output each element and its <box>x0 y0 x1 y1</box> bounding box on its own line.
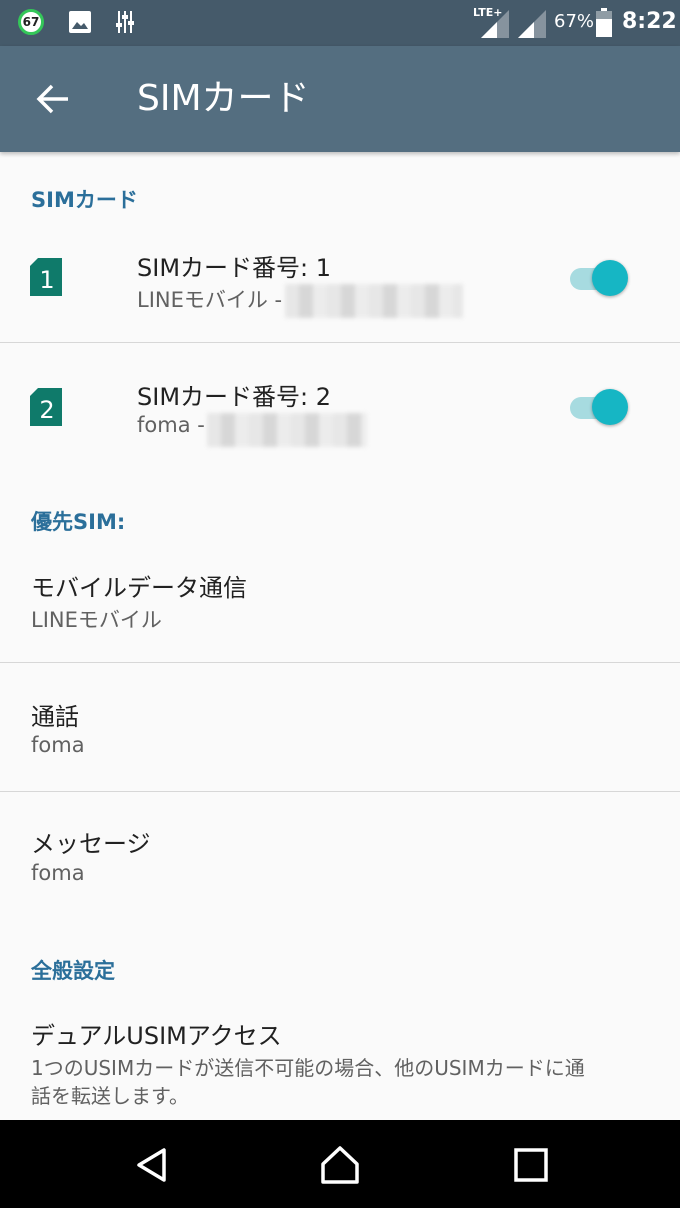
nav-recents-icon <box>514 1148 548 1182</box>
arrow-back-icon <box>36 84 68 114</box>
row-title: デュアルUSIMアクセス <box>31 1022 282 1050</box>
svg-text:2: 2 <box>39 396 54 424</box>
clock: 8:22 <box>622 9 677 34</box>
sim-card-icon: 1 <box>30 258 62 296</box>
sim-card-icon: 2 <box>30 388 62 426</box>
app-bar: SIMカード <box>0 46 680 152</box>
row-description-line2: 話を転送します。 <box>31 1084 189 1108</box>
signal-icon <box>481 10 509 38</box>
battery-icon <box>596 8 612 37</box>
preferred-messages-row[interactable]: メッセージ foma <box>0 792 680 910</box>
nav-home-button[interactable] <box>317 1142 363 1188</box>
notification-count-badge: 67 <box>18 9 44 35</box>
status-bar: 67 LTE+ 67% 8:22 <box>0 0 680 46</box>
page-title: SIMカード <box>137 78 310 119</box>
row-value: foma <box>31 861 85 885</box>
switch-thumb <box>592 389 628 425</box>
nav-recents-button[interactable] <box>508 1142 554 1188</box>
sim-1-toggle[interactable] <box>566 258 630 298</box>
switch-thumb <box>592 260 628 296</box>
section-header-general-settings: 全般設定 <box>31 959 115 983</box>
sim-card-row-1[interactable]: 1 SIMカード番号: 1 LINEモバイル - <box>0 216 680 342</box>
redacted-phone-number <box>207 413 367 447</box>
preferred-calls-row[interactable]: 通話 foma <box>0 663 680 791</box>
gallery-icon <box>69 11 91 33</box>
signal-icon-sim2 <box>518 10 546 38</box>
sim-card-subtitle: foma - <box>137 413 205 437</box>
row-description-line1: 1つのUSIMカードが送信不可能の場合、他のUSIMカードに通 <box>31 1056 585 1080</box>
row-value: foma <box>31 733 85 757</box>
nav-home-icon <box>321 1146 359 1184</box>
dual-usim-access-row[interactable]: デュアルUSIMアクセス 1つのUSIMカードが送信不可能の場合、他のUSIMカ… <box>0 1000 680 1118</box>
row-title: 通話 <box>31 703 79 731</box>
back-button[interactable] <box>30 76 76 122</box>
redacted-phone-number <box>285 284 463 318</box>
svg-text:1: 1 <box>39 266 54 294</box>
sim-card-title: SIMカード番号: 2 <box>137 383 332 411</box>
section-header-sim-cards: SIMカード <box>31 188 138 212</box>
row-title: モバイルデータ通信 <box>31 574 247 602</box>
row-title: メッセージ <box>31 830 151 858</box>
nav-back-button[interactable] <box>130 1142 176 1188</box>
row-value: LINEモバイル <box>31 608 162 632</box>
preferred-mobile-data-row[interactable]: モバイルデータ通信 LINEモバイル <box>0 546 680 662</box>
tune-icon <box>116 11 134 33</box>
sim-card-row-2[interactable]: 2 SIMカード番号: 2 foma - <box>0 343 680 469</box>
sim-2-toggle[interactable] <box>566 387 630 427</box>
sim-card-title: SIMカード番号: 1 <box>137 254 332 282</box>
nav-back-icon <box>137 1148 166 1182</box>
section-header-preferred-sim: 優先SIM: <box>31 510 126 534</box>
sim-card-subtitle: LINEモバイル - <box>137 288 283 312</box>
navigation-bar <box>0 1120 680 1208</box>
battery-percent: 67% <box>554 11 595 32</box>
